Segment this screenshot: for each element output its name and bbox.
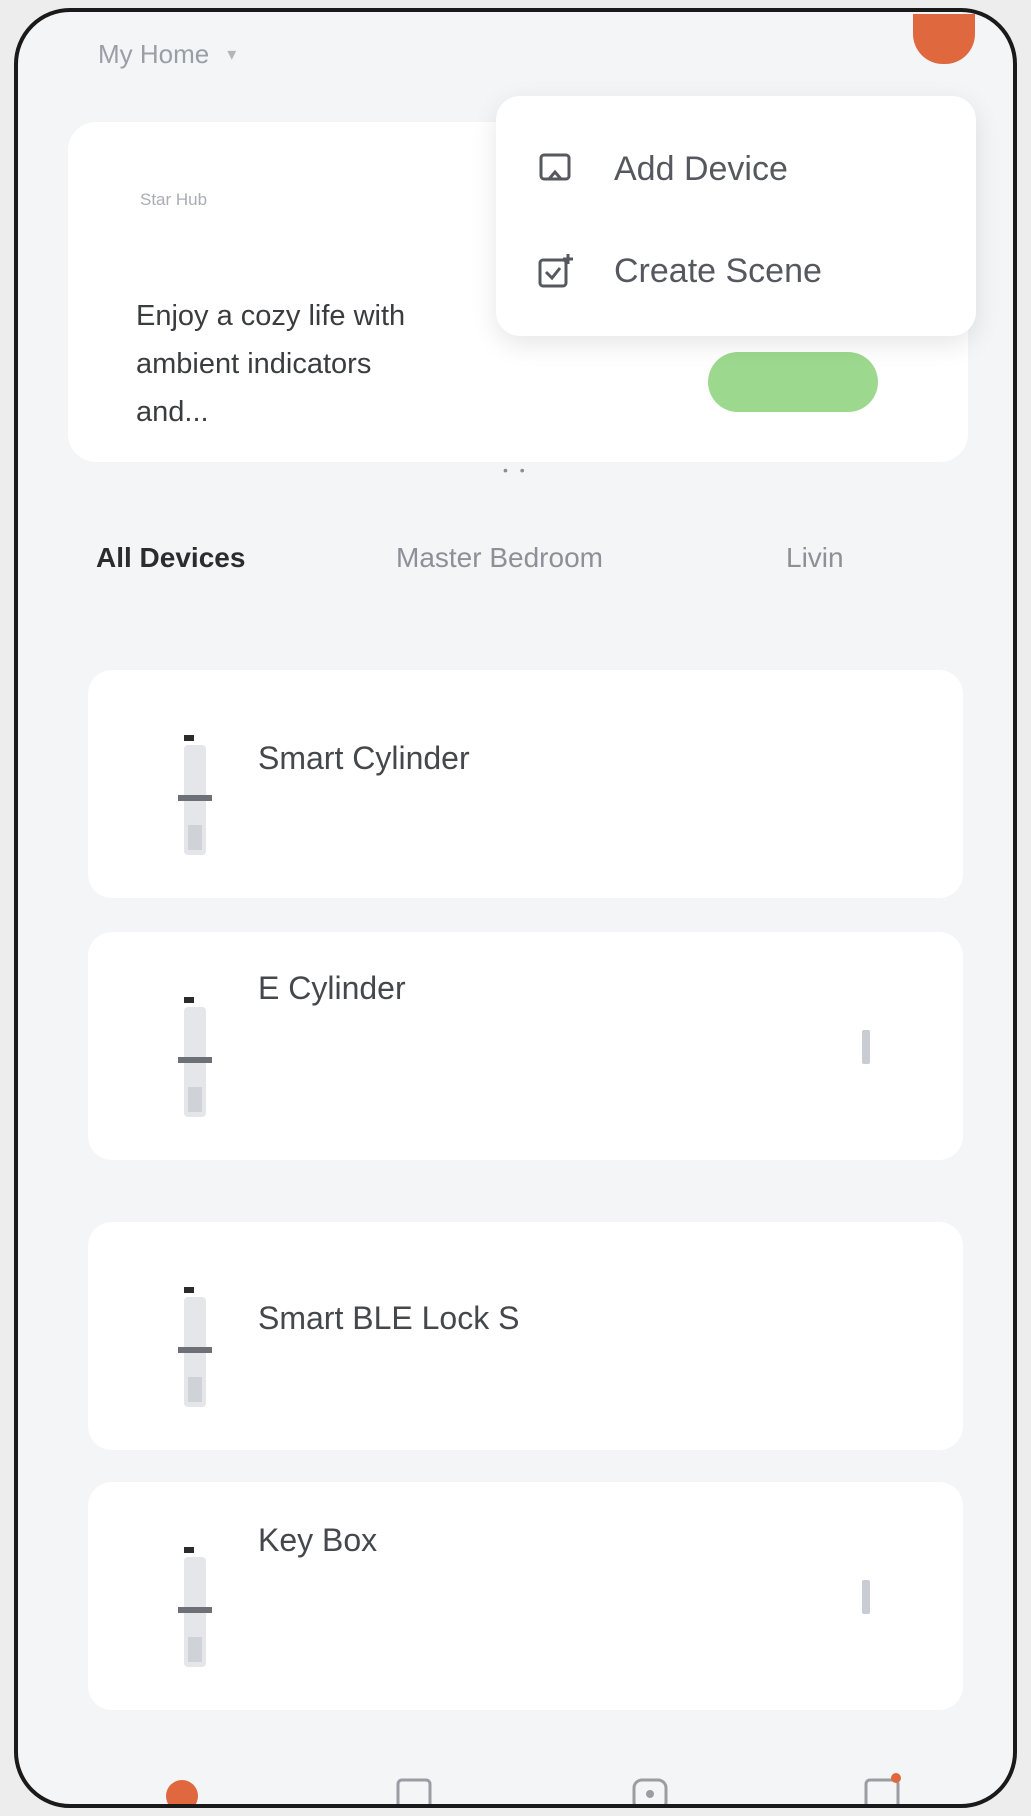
device-name: E Cylinder	[258, 970, 406, 1006]
tab-master-bedroom[interactable]: Master Bedroom	[396, 542, 603, 574]
banner-tag: Star Hub	[140, 190, 208, 209]
more-options-icon[interactable]	[858, 1028, 874, 1066]
phone-frame: My Home ▾ Star Hub Enjoy a cozy life wit…	[14, 8, 1017, 1808]
chevron-down-icon: ▾	[227, 43, 237, 64]
home-title: My Home	[98, 38, 210, 69]
mall-icon[interactable]	[626, 1766, 674, 1808]
add-device-icon	[539, 153, 571, 181]
bottom-navigation	[18, 1734, 1013, 1804]
device-name: Smart Cylinder	[258, 740, 470, 776]
device-card[interactable]: Key Box	[88, 1482, 963, 1710]
banner-text: Enjoy a cozy life with ambient indicator…	[136, 300, 406, 428]
home-selector[interactable]: My Home ▾	[98, 34, 236, 74]
device-name: Key Box	[258, 1522, 378, 1558]
tab-all-devices[interactable]: All Devices	[96, 542, 245, 574]
device-card[interactable]: E Cylinder	[88, 932, 963, 1160]
menu-label-add-device: Add Device	[614, 149, 788, 188]
create-scene-icon	[538, 254, 573, 288]
menu-label-create-scene: Create Scene	[614, 251, 822, 290]
smart-lock-icon	[178, 997, 212, 1117]
menu-item-create-scene[interactable]: Create Scene	[536, 236, 822, 306]
home-icon[interactable]	[158, 1766, 206, 1808]
scene-icon[interactable]	[390, 1766, 438, 1808]
more-options-icon[interactable]	[858, 1578, 874, 1616]
banner-pagination: • •	[503, 462, 529, 478]
menu-item-add-device[interactable]: Add Device	[536, 134, 788, 204]
smart-lock-icon	[178, 1287, 212, 1407]
key-box-icon	[178, 1547, 212, 1667]
device-card[interactable]: Smart Cylinder	[88, 670, 963, 898]
profile-icon[interactable]	[858, 1766, 906, 1808]
add-menu-popup: Add Device Create Scene	[496, 96, 976, 336]
smart-lock-icon	[178, 735, 212, 855]
room-tabs: All Devices Master Bedroom Livin	[96, 542, 976, 602]
tab-living[interactable]: Livin	[786, 542, 844, 574]
avatar[interactable]	[913, 14, 975, 64]
device-card[interactable]: Smart BLE Lock S	[88, 1222, 963, 1450]
device-name: Smart BLE Lock S	[258, 1300, 520, 1336]
banner-action-button[interactable]	[708, 352, 878, 412]
